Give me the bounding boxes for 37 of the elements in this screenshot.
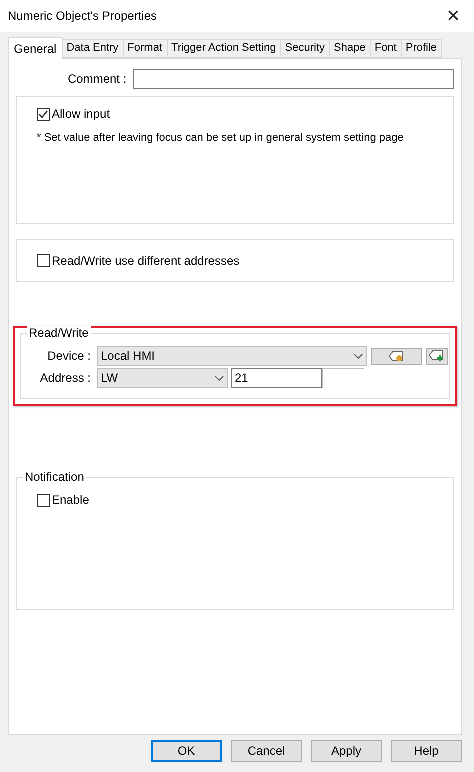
checkbox-label: Allow input (52, 106, 110, 123)
tab[interactable]: Data Entry (62, 39, 124, 58)
dialog-button[interactable]: Help (391, 740, 462, 762)
caret-icon (215, 376, 224, 380)
group-title: Notification (23, 470, 86, 484)
tag-button[interactable] (371, 348, 422, 364)
caret-icon (354, 354, 363, 358)
tab[interactable]: Font (370, 39, 402, 58)
window-title: Numeric Object's Properties (8, 8, 158, 25)
dialog-button[interactable]: Apply (311, 740, 382, 762)
checkbox[interactable] (37, 494, 50, 506)
tab[interactable]: Format (124, 39, 168, 58)
tab[interactable]: Security (281, 39, 330, 58)
comment-field[interactable] (132, 69, 454, 89)
checkbox[interactable] (37, 254, 50, 267)
extra-field[interactable] (322, 368, 364, 388)
dialog-button[interactable]: Cancel (231, 740, 302, 762)
tab[interactable]: Trigger Action Setting (168, 39, 282, 58)
device-dropdown[interactable]: Local HMI (97, 346, 367, 366)
checkbox-label: Read/Write use different addresses (52, 252, 240, 270)
tab[interactable]: General (8, 37, 63, 59)
tag-icon (388, 350, 404, 362)
group-title: Read/Write (27, 326, 91, 340)
field-label: Device : (46, 348, 92, 365)
address-field[interactable]: 21 (231, 368, 322, 388)
checkbox-label: Enable (52, 492, 90, 509)
dialog-button[interactable]: OK (151, 740, 222, 762)
tab[interactable]: Profile (402, 39, 442, 58)
tag-add-icon (429, 350, 445, 362)
field-label: Comment : (68, 71, 127, 88)
close-button[interactable]: × (447, 5, 460, 27)
note-text: * Set value after leaving focus can be set up in general system setting page (37, 131, 405, 146)
add-tag-button[interactable] (426, 348, 448, 364)
checkbox[interactable] (37, 108, 50, 120)
tab[interactable]: Shape (330, 39, 371, 58)
address-type-dropdown[interactable]: LW (97, 368, 228, 388)
field-label: Address : (39, 370, 92, 387)
